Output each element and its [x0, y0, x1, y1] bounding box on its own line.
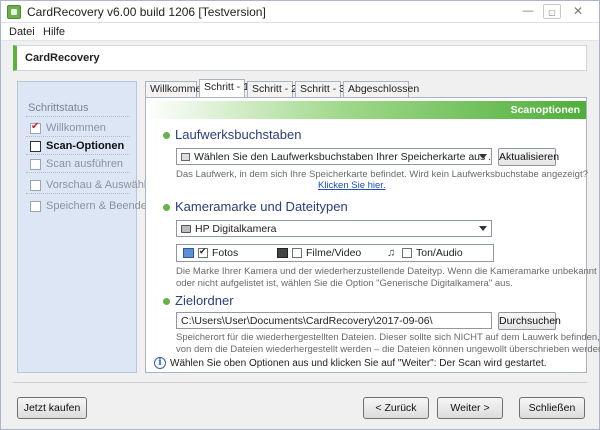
sidebar-step-label: Scan ausführen: [46, 158, 124, 170]
drive-icon: [181, 153, 190, 161]
app-header-title: CardRecovery: [25, 52, 100, 64]
back-button[interactable]: < Zurück: [363, 397, 429, 419]
minimize-icon[interactable]: —: [519, 4, 537, 19]
filetype-label: Ton/Audio: [416, 247, 463, 259]
camera-hint-line1: Die Marke Ihrer Kamera und der wiederher…: [176, 266, 597, 277]
sidebar-divider: [26, 136, 130, 137]
app-header: CardRecovery: [13, 45, 587, 71]
ton-checkbox[interactable]: [402, 248, 412, 258]
sidebar-divider: [26, 116, 130, 117]
maximize-icon[interactable]: ▢: [543, 4, 561, 19]
chevron-down-icon: [479, 226, 487, 231]
target-folder-input[interactable]: C:\Users\User\Documents\CardRecovery\201…: [176, 312, 492, 329]
sidebar-divider: [26, 193, 130, 194]
menu-datei[interactable]: Datei: [9, 26, 35, 38]
close-button[interactable]: Schließen: [519, 397, 585, 419]
sidebar-title: Schrittstatus: [28, 102, 89, 114]
camera-select-value: HP Digitalkamera: [195, 223, 277, 235]
target-hint-line1: Speicherort für die wiederhergestellten …: [176, 332, 600, 343]
camera-section-heading: Kameramarke und Dateitypen: [175, 199, 348, 214]
info-icon: i: [154, 357, 166, 369]
target-section-heading: Zielordner: [175, 293, 234, 308]
refresh-button[interactable]: Aktualisieren: [498, 148, 559, 166]
camera-brand-select[interactable]: HP Digitalkamera: [176, 220, 492, 237]
step-status-sidebar: Schrittstatus Willkommen Scan-Optionen S…: [17, 81, 159, 373]
step-checkbox: [30, 201, 41, 212]
drive-select-value: Wählen Sie den Laufwerksbuchstaben Ihrer…: [194, 151, 492, 163]
banner-title: Scanoptionen: [510, 104, 580, 116]
click-here-link[interactable]: Klicken Sie hier.: [318, 180, 386, 191]
camera-icon: [181, 225, 191, 233]
menu-hilfe[interactable]: Hilfe: [43, 26, 65, 38]
scan-options-panel: Scanoptionen Laufwerksbuchstaben Wählen …: [145, 97, 600, 373]
window-title: CardRecovery v6.00 build 1206 [Testversi…: [27, 5, 266, 19]
filetype-label: Fotos: [212, 247, 239, 259]
step-checkbox: [30, 159, 41, 170]
camera-hint-line2: oder nicht aufgelistet ist, wählen Sie d…: [176, 278, 513, 289]
step-checkbox: [30, 141, 41, 152]
film-icon: [277, 248, 288, 258]
file-types-box: Fotos Filme/Video ♫ Ton/Audio: [176, 244, 494, 262]
filetype-label: Filme/Video: [306, 247, 362, 259]
buy-now-button[interactable]: Jetzt kaufen: [17, 397, 87, 419]
step-checkbox-checked: [30, 121, 41, 134]
tab-schritt-1[interactable]: Schritt - 1: [199, 79, 249, 97]
sidebar-step-label: Speichern & Beenden: [46, 200, 154, 212]
music-icon: ♫: [387, 247, 396, 259]
footer-divider: [13, 382, 587, 383]
app-window: CardRecovery v6.00 build 1206 [Testversi…: [0, 0, 600, 430]
section-bullet-icon: [163, 298, 170, 305]
sidebar-divider: [26, 172, 130, 173]
filme-checkbox[interactable]: [292, 248, 302, 258]
drive-letter-select[interactable]: Wählen Sie den Laufwerksbuchstaben Ihrer…: [176, 148, 492, 165]
info-text: Wählen Sie oben Optionen aus und klicken…: [170, 358, 547, 369]
tab-schritt-3[interactable]: Schritt - 3: [295, 81, 345, 97]
sidebar-step-label: Scan-Optionen: [46, 140, 125, 152]
photo-icon: [183, 248, 194, 258]
target-hint-line2: von dem die Dateien wiederhergestellt we…: [176, 344, 600, 355]
sidebar-step-label: Willkommen: [46, 122, 106, 134]
title-bar: CardRecovery v6.00 build 1206 [Testversi…: [1, 1, 599, 23]
tab-willkommen[interactable]: Willkommen: [145, 81, 207, 97]
section-bullet-icon: [163, 204, 170, 211]
sidebar-step-label: Vorschau & Auswählen: [46, 179, 159, 191]
section-bullet-icon: [163, 132, 170, 139]
tab-schritt-2[interactable]: Schritt - 2: [247, 81, 297, 97]
app-logo-icon: [7, 5, 21, 19]
browse-button[interactable]: Durchsuchen: [498, 312, 561, 330]
menu-bar: Datei Hilfe: [1, 23, 599, 41]
fotos-checkbox[interactable]: [198, 246, 208, 258]
next-button[interactable]: Weiter >: [437, 397, 503, 419]
drive-section-heading: Laufwerksbuchstaben: [175, 127, 302, 142]
step-checkbox: [30, 180, 41, 191]
target-folder-value: C:\Users\User\Documents\CardRecovery\201…: [181, 315, 433, 327]
tab-abgeschlossen[interactable]: Abgeschlossen: [343, 81, 419, 97]
close-icon[interactable]: ✕: [569, 4, 587, 19]
sidebar-divider: [26, 154, 130, 155]
chevron-down-icon: [479, 154, 487, 159]
panel-banner: Scanoptionen: [146, 101, 586, 119]
